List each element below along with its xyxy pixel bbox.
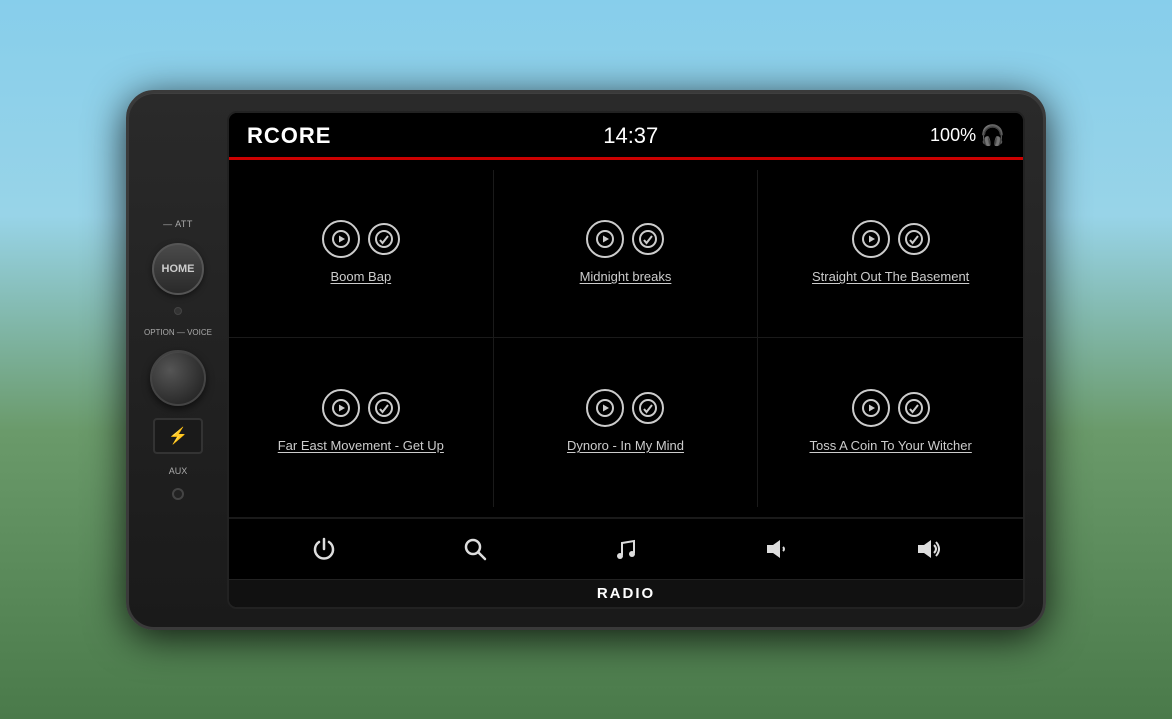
play-icon-4 [322, 389, 360, 427]
song-cell-5[interactable]: Dynoro - In My Mind [494, 338, 759, 507]
song-title-3: Straight Out The Basement [812, 268, 969, 286]
footer-label: RADIO [229, 579, 1023, 607]
edit-icon-1 [368, 223, 400, 255]
edit-icon-3 [898, 223, 930, 255]
edit-svg-6 [905, 399, 923, 417]
song-4-icons [322, 389, 400, 427]
car-stereo-unit: — ATT HOME OPTION — VOICE ⚡ AUX RCORE 14… [126, 90, 1046, 630]
app-title: RCORE [247, 123, 331, 149]
song-title-2: Midnight breaks [580, 268, 672, 286]
song-cell-2[interactable]: Midnight breaks [494, 170, 759, 339]
song-title-6: Toss A Coin To Your Witcher [809, 437, 971, 455]
song-title-1: Boom Bap [330, 268, 391, 286]
volume-value: 100% [930, 125, 976, 146]
play-svg-4 [332, 399, 350, 417]
song-cell-4[interactable]: Far East Movement - Get Up [229, 338, 494, 507]
song-grid: Boom Bap [229, 160, 1023, 517]
option-voice-label: OPTION — VOICE [144, 327, 212, 338]
edit-svg-1 [375, 230, 393, 248]
song-cell-1[interactable]: Boom Bap [229, 170, 494, 339]
play-svg-2 [596, 230, 614, 248]
play-icon-5 [586, 389, 624, 427]
song-cell-6[interactable]: Toss A Coin To Your Witcher [758, 338, 1023, 507]
indicator-dot [174, 307, 182, 315]
volume-up-button[interactable] [906, 527, 950, 571]
play-svg-1 [332, 230, 350, 248]
home-button[interactable]: HOME [152, 243, 204, 295]
usb-slot: ⚡ [153, 418, 203, 454]
edit-icon-5 [632, 392, 664, 424]
volume-knob[interactable] [150, 350, 206, 406]
song-title-5: Dynoro - In My Mind [567, 437, 684, 455]
volume-down-button[interactable] [755, 527, 799, 571]
aux-label: AUX [169, 466, 188, 476]
play-svg-5 [596, 399, 614, 417]
search-button[interactable] [453, 527, 497, 571]
aux-jack [172, 488, 184, 500]
main-display-screen: RCORE 14:37 100% 🎧 [227, 111, 1025, 609]
play-icon-1 [322, 220, 360, 258]
song-6-icons [852, 389, 930, 427]
att-label: — ATT [163, 219, 193, 231]
music-button[interactable] [604, 527, 648, 571]
play-icon-2 [586, 220, 624, 258]
edit-svg-4 [375, 399, 393, 417]
usb-icon: ⚡ [168, 426, 188, 446]
search-icon [461, 535, 489, 563]
footer-text: RADIO [597, 585, 655, 602]
edit-icon-4 [368, 392, 400, 424]
song-5-icons [586, 389, 664, 427]
clock-display: 14:37 [603, 123, 658, 149]
volume-down-icon [763, 535, 791, 563]
car-unit-wrapper: — ATT HOME OPTION — VOICE ⚡ AUX RCORE 14… [126, 90, 1046, 630]
play-svg-6 [862, 399, 880, 417]
edit-svg-3 [905, 230, 923, 248]
screen-header: RCORE 14:37 100% 🎧 [229, 113, 1023, 157]
edit-icon-6 [898, 392, 930, 424]
volume-display: 100% 🎧 [930, 123, 1005, 148]
play-svg-3 [862, 230, 880, 248]
power-icon [310, 535, 338, 563]
song-cell-3[interactable]: Straight Out The Basement [758, 170, 1023, 339]
song-title-4: Far East Movement - Get Up [278, 437, 444, 455]
volume-up-icon [914, 535, 942, 563]
edit-icon-2 [632, 223, 664, 255]
music-icon [612, 535, 640, 563]
play-icon-6 [852, 389, 890, 427]
headphone-icon: 🎧 [980, 123, 1005, 148]
play-icon-3 [852, 220, 890, 258]
song-2-icons [586, 220, 664, 258]
edit-svg-2 [639, 230, 657, 248]
edit-svg-5 [639, 399, 657, 417]
power-button[interactable] [302, 527, 346, 571]
song-1-icons [322, 220, 400, 258]
home-label: HOME [162, 263, 195, 275]
song-3-icons [852, 220, 930, 258]
left-controls-panel: — ATT HOME OPTION — VOICE ⚡ AUX [143, 219, 213, 500]
bottom-controls-bar [229, 517, 1023, 579]
